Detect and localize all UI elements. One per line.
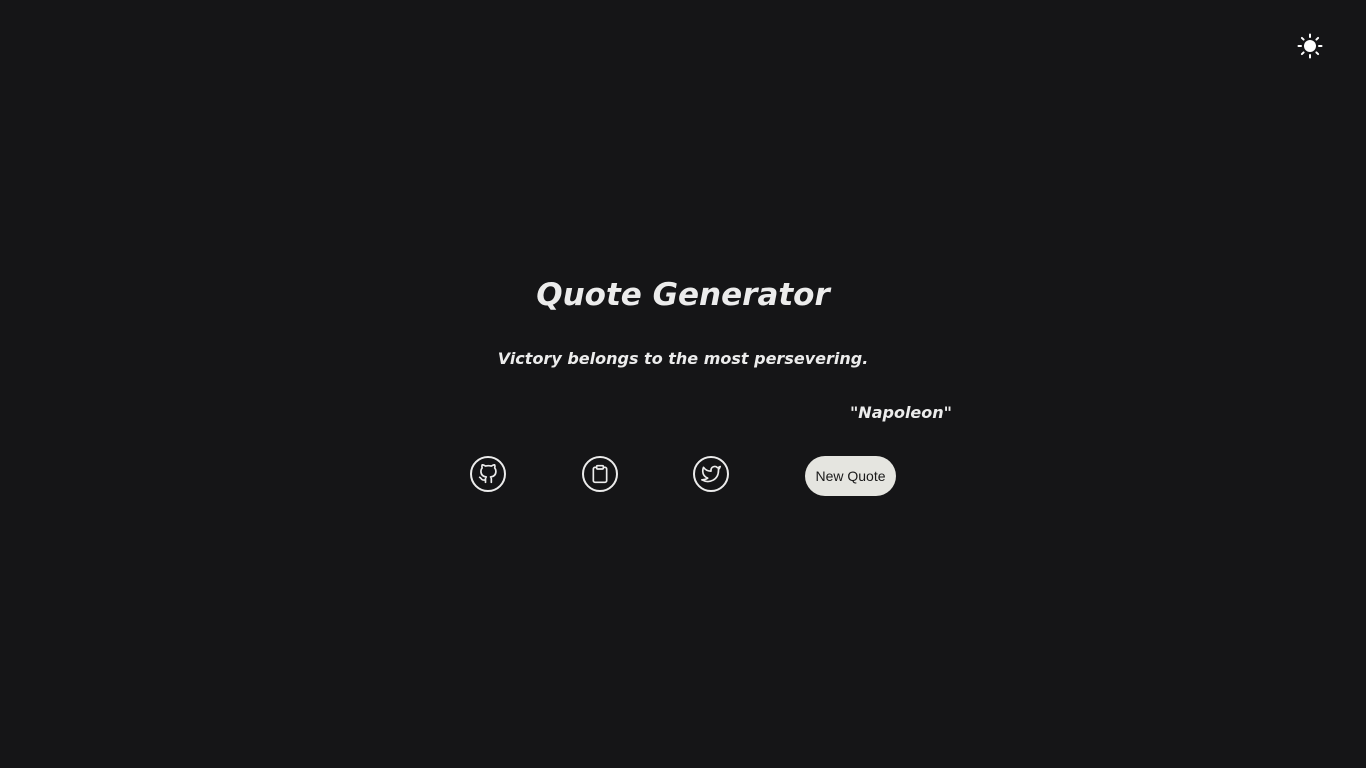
quote-author: "Napoleon" [849,403,952,422]
github-icon [478,464,498,484]
page-title: Quote Generator [536,277,830,313]
tweet-quote-button[interactable] [693,456,729,492]
quote-text: Victory belongs to the most persevering. [497,349,869,368]
copy-quote-button[interactable] [582,456,618,492]
clipboard-icon [590,464,610,484]
actions-bar: New Quote [0,455,1366,497]
theme-toggle-button[interactable] [1296,33,1324,63]
new-quote-button[interactable]: New Quote [805,456,896,496]
twitter-icon [701,464,721,484]
github-button[interactable] [470,456,506,492]
sun-icon [1297,33,1323,63]
page: Quote Generator Victory belongs to the m… [0,0,1366,768]
